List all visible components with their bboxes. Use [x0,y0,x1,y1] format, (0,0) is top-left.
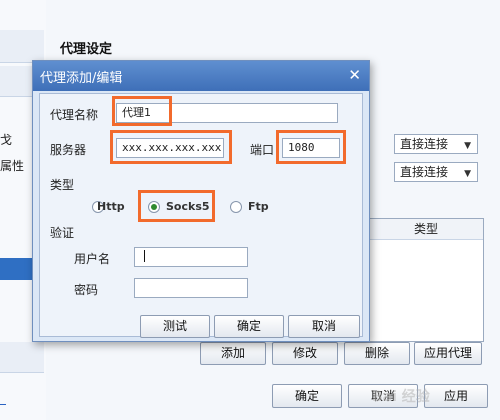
username-input[interactable] [134,247,248,267]
username-label: 用户名 [74,252,111,266]
select-value: 直接连接 [400,165,449,179]
delete-button[interactable]: 删除 [344,342,410,365]
highlight-box [112,96,172,126]
proxy-table[interactable]: 类型 [368,218,484,342]
password-label: 密码 [74,283,99,297]
chevron-down-icon: ▼ [464,169,471,179]
highlight-box [110,130,232,164]
radio-ftp[interactable] [230,201,242,213]
footer-apply-button[interactable]: 应用 [424,384,488,408]
test-button[interactable]: 测试 [140,315,210,338]
dialog-ok-button[interactable]: 确定 [214,315,284,338]
type-label: 类型 [50,178,75,192]
apply-proxy-button[interactable]: 应用代理 [414,342,482,365]
sidebar-link[interactable] [0,392,6,405]
chevron-down-icon: ▼ [464,141,471,151]
auth-label: 验证 [50,226,75,240]
sidebar-fragment: 戈 [0,133,13,147]
table-header-type: 类型 [369,219,483,240]
radio-http-label[interactable]: Http [97,200,125,213]
proxy-name-label: 代理名称 [50,108,99,122]
sidebar-block[interactable] [0,342,44,373]
server-label: 服务器 [50,143,87,157]
dialog-cancel-button[interactable]: 取消 [288,315,360,338]
sidebar-block[interactable] [0,30,44,63]
dialog-titlebar[interactable]: 代理添加/编辑 ✕ [33,61,369,91]
port-label: 端口 [250,143,275,157]
proxy-mode-select-2[interactable]: 直接连接 ▼ [394,162,478,182]
proxy-mode-select-1[interactable]: 直接连接 ▼ [394,134,478,154]
footer-ok-button[interactable]: 确定 [272,384,342,408]
modify-button[interactable]: 修改 [272,342,338,365]
highlight-box [276,130,346,164]
watermark: Bai 经验 [372,389,430,405]
dialog-title: 代理添加/编辑 [40,71,123,86]
text-caret [144,250,145,262]
highlight-box [138,190,215,222]
radio-ftp-label[interactable]: Ftp [248,200,269,213]
sidebar-fragment[interactable]: 属性 [0,157,24,174]
password-input[interactable] [134,278,248,298]
add-button[interactable]: 添加 [200,342,266,365]
close-icon[interactable]: ✕ [348,66,361,84]
select-value: 直接连接 [400,137,449,151]
section-title: 代理设定 [60,42,113,57]
